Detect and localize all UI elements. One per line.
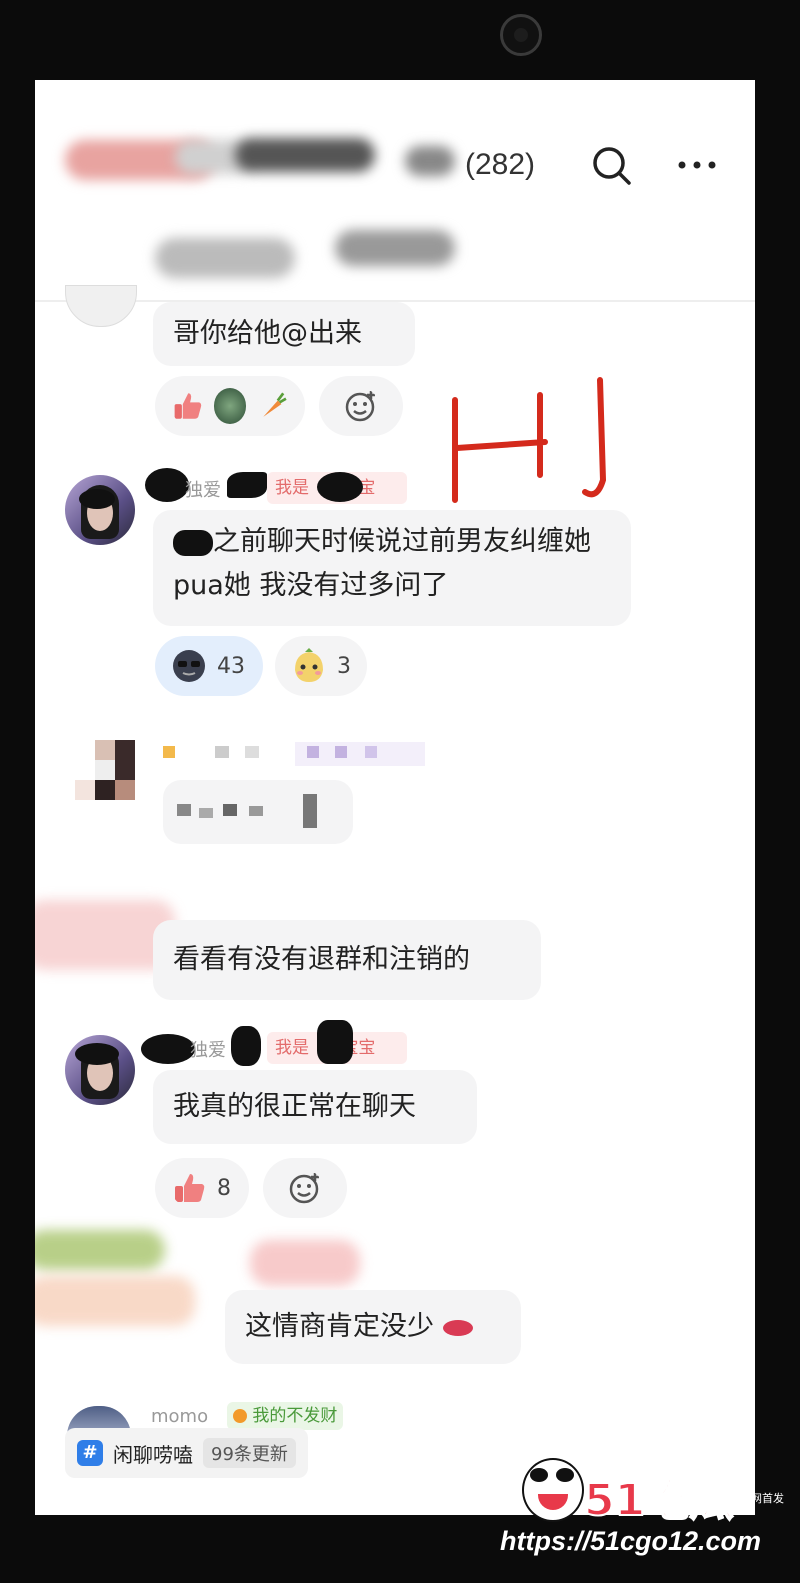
blushing-emoji-icon <box>295 648 323 682</box>
add-reaction-button[interactable] <box>319 376 403 436</box>
add-reaction-icon <box>289 1173 319 1204</box>
message-text: 哥你给他@出来 <box>173 318 362 349</box>
thumbs-up-icon <box>174 393 202 419</box>
sunglasses-emoji-icon <box>173 650 205 682</box>
sender-name: 独爱 <box>185 480 221 501</box>
watermark-tag: 全网首发 <box>740 1492 784 1505</box>
carrot-icon <box>263 392 287 417</box>
more-icon[interactable] <box>675 158 719 172</box>
reaction-thumbs-up[interactable]: 8 <box>155 1158 249 1218</box>
message-bubble: 看看有没有退群和注销的 <box>153 920 541 1000</box>
hash-icon: # <box>77 1440 103 1466</box>
front-camera <box>500 14 542 56</box>
channel-bar[interactable]: # 闲聊唠嗑 99条更新 <box>65 1428 308 1478</box>
message-bubble: 之前聊天时候说过前男友纠缠她 pua她 我没有过多问了 <box>153 510 631 626</box>
message-bubble: 这情商肯定没少 <box>225 1290 521 1364</box>
avatar <box>65 475 135 545</box>
watermark-url: https://51cgo12.com <box>500 1526 762 1556</box>
last-user-badge: 我的不发财 <box>227 1402 344 1430</box>
search-icon[interactable] <box>590 144 634 188</box>
reactor-avatar <box>213 388 247 424</box>
channel-name: 闲聊唠嗑 <box>113 1442 193 1467</box>
reaction-sunglasses[interactable]: 43 <box>155 636 263 696</box>
avatar <box>65 1035 135 1105</box>
orange-icon <box>233 1409 247 1423</box>
reaction-count: 43 <box>217 653 245 679</box>
reaction-blushing[interactable]: 3 <box>275 636 367 696</box>
message-text: 看看有没有退群和注销的 <box>173 944 470 975</box>
message-bubble-pixelated <box>163 780 353 844</box>
member-count: (282) <box>465 148 536 181</box>
message-bubble: 我真的很正常在聊天 <box>153 1070 477 1144</box>
message-bubble: 哥你给他@出来 <box>153 302 415 366</box>
reaction-count: 8 <box>217 1175 231 1201</box>
last-user-name: momo <box>151 1406 209 1427</box>
avatar-partial <box>65 285 137 327</box>
message-text: 这情商肯定没少 <box>245 1311 434 1342</box>
sender-name: 独爱 <box>190 1040 226 1061</box>
thumbs-up-icon <box>175 1174 205 1202</box>
reaction-count: 3 <box>337 653 351 679</box>
handwritten-annotation <box>452 377 607 503</box>
add-reaction-button[interactable] <box>263 1158 347 1218</box>
message-text: 我真的很正常在聊天 <box>173 1091 416 1122</box>
update-count: 99条更新 <box>203 1438 296 1468</box>
reaction-thumbs-up[interactable] <box>155 376 305 436</box>
watermark-logo: 51吃瓜 <box>583 1474 734 1527</box>
lips-emoji-icon <box>442 1319 473 1336</box>
add-reaction-icon <box>345 391 375 422</box>
watermark: 51吃瓜 全网首发 https://51cgo12.com <box>500 1450 800 1583</box>
watermark-mascot-icon <box>522 1458 584 1522</box>
chat-screen: (282) 哥你给他@出来 独爱 我是 之前聊天时候说过前男友纠缠她 pua她 … <box>35 80 755 1515</box>
message-text: 之前聊天时候说过前男友纠缠她 pua她 我没有过多问了 <box>173 526 591 601</box>
